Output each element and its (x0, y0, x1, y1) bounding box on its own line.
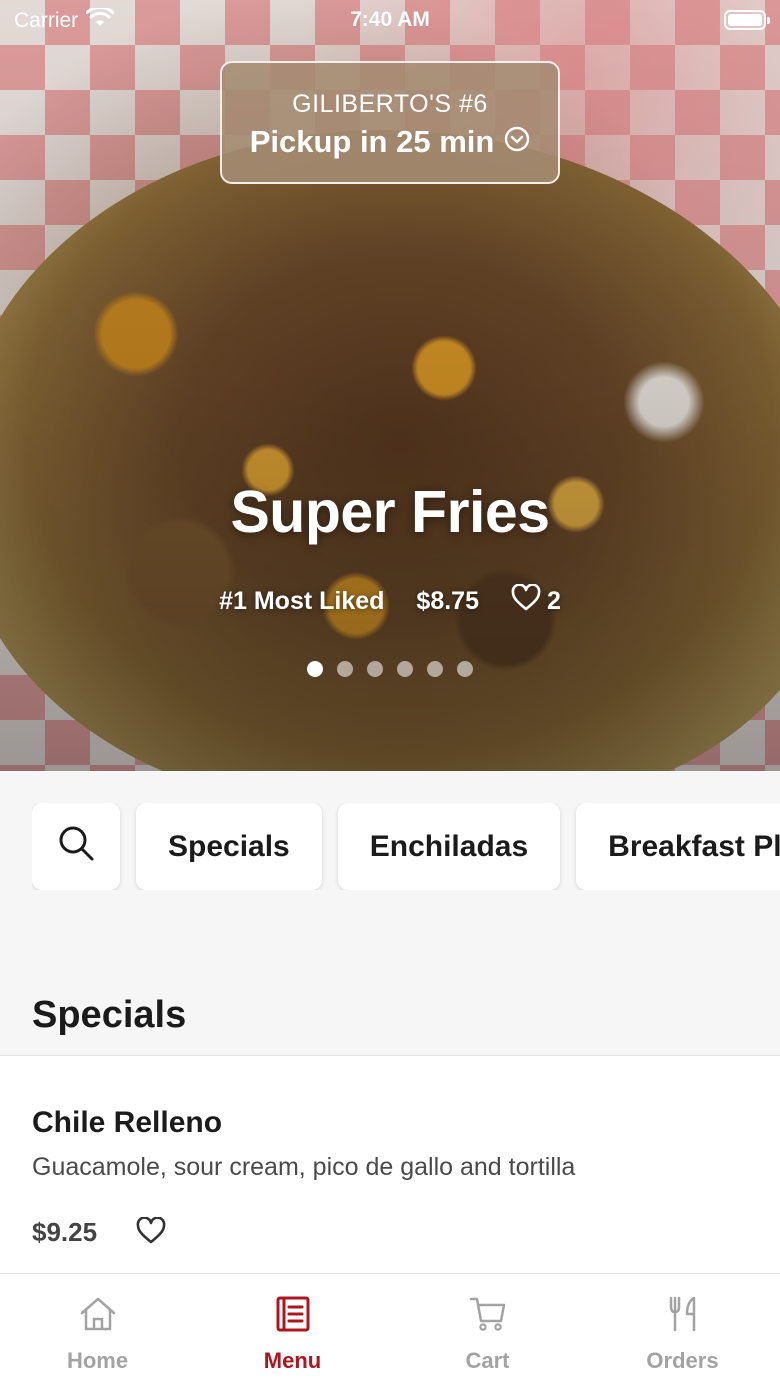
menu-item-name: Chile Relleno (32, 1106, 223, 1139)
search-icon (56, 823, 96, 871)
tab-cart[interactable]: Cart (390, 1274, 585, 1387)
battery-icon (724, 10, 770, 30)
category-chip-enchiladas[interactable]: Enchiladas (337, 803, 561, 890)
tab-label: Menu (263, 1348, 322, 1373)
featured-rank: #1 Most Liked (219, 587, 385, 615)
menu-item-price: $9.25 (32, 1217, 98, 1247)
chevron-down-circle-icon (504, 124, 530, 160)
menu-item-card[interactable]: Chile Relleno Guacamole, sour cream, pic… (0, 1055, 780, 1275)
status-bar: Carrier 7:40 AM (0, 0, 780, 40)
menu-icon (273, 1294, 313, 1340)
menu-item-description: Guacamole, sour cream, pico de gallo and… (32, 1153, 576, 1181)
store-name: GILIBERTO'S #6 (292, 90, 488, 118)
carousel-dot[interactable] (307, 661, 323, 677)
menu-item-like-button[interactable] (136, 1216, 166, 1250)
tab-menu[interactable]: Menu (195, 1274, 390, 1387)
category-chip-breakfast[interactable]: Breakfast Pl (576, 803, 780, 890)
pickup-time-label: Pickup in 25 min (249, 124, 495, 159)
heart-icon (511, 583, 541, 619)
home-icon (78, 1294, 118, 1340)
featured-like-count: 2 (546, 587, 561, 615)
featured-price: $8.75 (416, 587, 479, 615)
carousel-dot[interactable] (337, 661, 353, 677)
carousel-dot[interactable] (367, 661, 383, 677)
pickup-selector[interactable]: GILIBERTO'S #6 Pickup in 25 min (220, 61, 560, 184)
carousel-dot[interactable] (397, 661, 413, 677)
tab-orders[interactable]: Orders (585, 1274, 780, 1387)
tab-home[interactable]: Home (0, 1274, 195, 1387)
cart-icon (468, 1294, 508, 1340)
category-chip-specials[interactable]: Specials (136, 803, 322, 890)
tab-label: Orders (646, 1348, 719, 1373)
carousel-dot[interactable] (427, 661, 443, 677)
section-title: Specials (32, 994, 187, 1036)
fork-knife-icon (663, 1294, 703, 1340)
featured-like-button[interactable]: 2 (511, 583, 561, 619)
featured-item-meta: #1 Most Liked $8.75 2 (0, 583, 780, 619)
category-bar[interactable]: Specials Enchiladas Breakfast Pl (32, 803, 780, 890)
hero-banner[interactable]: Carrier 7:40 AM GILIBERTO'S #6 Pickup in… (0, 0, 780, 771)
carousel-dots[interactable] (0, 661, 780, 677)
tab-bar: Home Menu Cart Orders (0, 1273, 780, 1387)
status-time: 7:40 AM (350, 8, 430, 31)
search-button[interactable] (32, 803, 120, 890)
tab-label: Home (66, 1348, 129, 1373)
featured-item-title: Super Fries (230, 479, 550, 545)
tab-label: Cart (465, 1348, 510, 1373)
heart-icon (136, 1216, 166, 1249)
carousel-dot[interactable] (457, 661, 473, 677)
